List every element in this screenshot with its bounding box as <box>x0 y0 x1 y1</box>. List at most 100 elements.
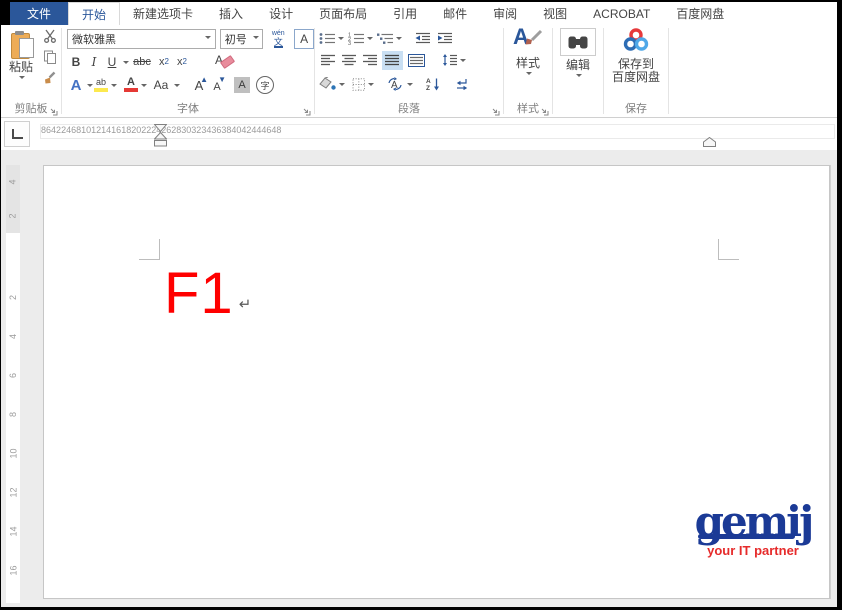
multilevel-list-icon <box>377 32 394 45</box>
multilevel-list-button[interactable] <box>377 29 394 48</box>
shading-dropdown-icon[interactable] <box>339 83 345 89</box>
font-size-combobox[interactable]: 初号 <box>220 29 264 49</box>
justify-button[interactable] <box>382 51 403 70</box>
underline-dropdown-icon[interactable] <box>123 61 129 67</box>
character-border-button[interactable]: A <box>294 29 314 49</box>
menu-tab[interactable]: 视图 <box>530 2 580 25</box>
shading-button[interactable] <box>319 75 337 94</box>
underline-button[interactable]: U <box>103 52 121 71</box>
menu-tab[interactable]: 开始 <box>68 2 120 25</box>
align-right-icon <box>363 54 378 66</box>
align-left-button[interactable] <box>319 51 338 70</box>
align-right-button[interactable] <box>361 51 380 70</box>
copy-button[interactable] <box>41 49 59 65</box>
enclose-characters-button[interactable]: 字 <box>256 76 274 94</box>
change-case-dropdown-icon[interactable] <box>174 84 180 90</box>
align-center-button[interactable] <box>340 51 359 70</box>
ruler-number: 40 <box>231 125 241 138</box>
ruler-number: 18 <box>121 125 131 138</box>
increase-indent-button[interactable] <box>437 29 453 48</box>
menu-tab[interactable]: 插入 <box>206 2 256 25</box>
svg-text:Z: Z <box>426 85 430 91</box>
menu-tab[interactable]: 邮件 <box>430 2 480 25</box>
line-spacing-dropdown-icon[interactable] <box>460 59 466 65</box>
svg-text:3: 3 <box>348 41 351 45</box>
menu-tab[interactable]: ACROBAT <box>580 2 663 25</box>
highlight-color-button[interactable]: ab <box>93 78 109 92</box>
font-dialog-launcher[interactable] <box>302 105 311 114</box>
tab-stop-selector[interactable] <box>4 121 30 147</box>
numbering-dropdown-icon[interactable] <box>367 37 373 43</box>
multilevel-dropdown-icon[interactable] <box>396 37 402 43</box>
document-heading-text[interactable]: F1↵ <box>164 265 251 323</box>
hanging-indent-marker[interactable] <box>154 132 167 152</box>
superscript-button[interactable]: x2 <box>173 52 191 71</box>
borders-dropdown-icon[interactable] <box>368 83 374 89</box>
decrease-indent-button[interactable] <box>415 29 431 48</box>
strikethrough-button[interactable]: abc <box>129 52 155 71</box>
paragraph-dialog-launcher[interactable] <box>491 105 500 114</box>
asian-layout-button[interactable]: A <box>385 75 405 94</box>
logo-wordmark: gemij <box>695 502 812 542</box>
character-shading-button[interactable]: A <box>234 77 250 93</box>
font-color-dropdown-icon[interactable] <box>141 84 147 90</box>
chevron-down-icon[interactable] <box>202 30 215 48</box>
editing-button[interactable]: 编辑 <box>553 25 603 99</box>
paragraph-marks-icon <box>455 78 469 90</box>
styles-dialog-launcher[interactable] <box>540 105 549 114</box>
shrink-font-button[interactable]: A▼ <box>208 78 226 93</box>
menu-tab[interactable]: 页面布局 <box>306 2 380 25</box>
ruler-bar: 8642 2468101214161820222426283032343638 … <box>1 118 837 150</box>
asian-layout-dropdown-icon[interactable] <box>407 83 413 89</box>
change-case-button[interactable]: Aa <box>150 76 172 95</box>
menu-tab[interactable]: 审阅 <box>480 2 530 25</box>
font-color-button[interactable]: A <box>123 78 139 92</box>
vertical-ruler[interactable]: 42 246810121416 <box>6 165 20 603</box>
menu-tab[interactable]: 新建选项卡 <box>120 2 206 25</box>
distribute-icon <box>408 54 425 67</box>
ruler-number: 46 <box>261 125 271 138</box>
clipboard-dialog-launcher[interactable] <box>49 105 58 114</box>
ruler-number: 6 <box>1 373 32 378</box>
line-spacing-button[interactable] <box>442 51 458 70</box>
ruler-number: 4 <box>3 179 23 184</box>
sort-icon: AZ <box>426 77 441 91</box>
menu-tab[interactable]: 百度网盘 <box>663 2 737 25</box>
phonetic-guide-button[interactable]: wén 文 <box>267 29 289 49</box>
svg-text:A: A <box>426 78 431 85</box>
bullets-dropdown-icon[interactable] <box>338 37 344 43</box>
ruler-number: 44 <box>251 125 261 138</box>
menu-tab[interactable]: 引用 <box>380 2 430 25</box>
menu-tab[interactable]: 文件 <box>10 2 68 25</box>
save-to-baidu-button[interactable]: 保存到 百度网盘 <box>604 25 668 99</box>
bold-button[interactable]: B <box>67 52 85 71</box>
decrease-indent-icon <box>415 32 431 44</box>
paragraph-mark: ↵ <box>239 296 252 313</box>
font-name-value: 微软雅黑 <box>68 31 202 47</box>
document-page[interactable]: F1↵ gemij your IT partner <box>43 165 830 599</box>
sort-button[interactable]: AZ <box>426 75 441 94</box>
font-name-combobox[interactable]: 微软雅黑 <box>67 29 216 49</box>
menu-tab[interactable]: 设计 <box>256 2 306 25</box>
highlight-dropdown-icon[interactable] <box>111 84 117 90</box>
text-effects-button[interactable]: A <box>67 76 85 95</box>
clear-formatting-button[interactable]: A <box>213 52 235 71</box>
cut-button[interactable] <box>41 28 59 44</box>
numbering-button[interactable]: 123 <box>348 29 365 48</box>
format-painter-button[interactable] <box>41 70 59 86</box>
paste-button[interactable]: 粘贴 <box>4 28 38 102</box>
show-hide-marks-button[interactable] <box>455 75 469 94</box>
font-color-swatch <box>124 88 138 92</box>
styles-button[interactable]: A 样式 <box>504 25 552 99</box>
bullets-button[interactable] <box>319 29 336 48</box>
borders-button[interactable] <box>352 75 366 94</box>
scissors-icon <box>43 29 57 43</box>
subscript-button[interactable]: x2 <box>155 52 173 71</box>
text-effects-dropdown-icon[interactable] <box>87 84 93 90</box>
grow-font-button[interactable]: A▲ <box>190 78 208 93</box>
ruler-number: 36 <box>211 125 221 138</box>
distribute-button[interactable] <box>405 51 427 70</box>
chevron-down-icon[interactable] <box>249 30 262 48</box>
ruler-number: 42 <box>241 125 251 138</box>
italic-button[interactable]: I <box>85 52 103 71</box>
